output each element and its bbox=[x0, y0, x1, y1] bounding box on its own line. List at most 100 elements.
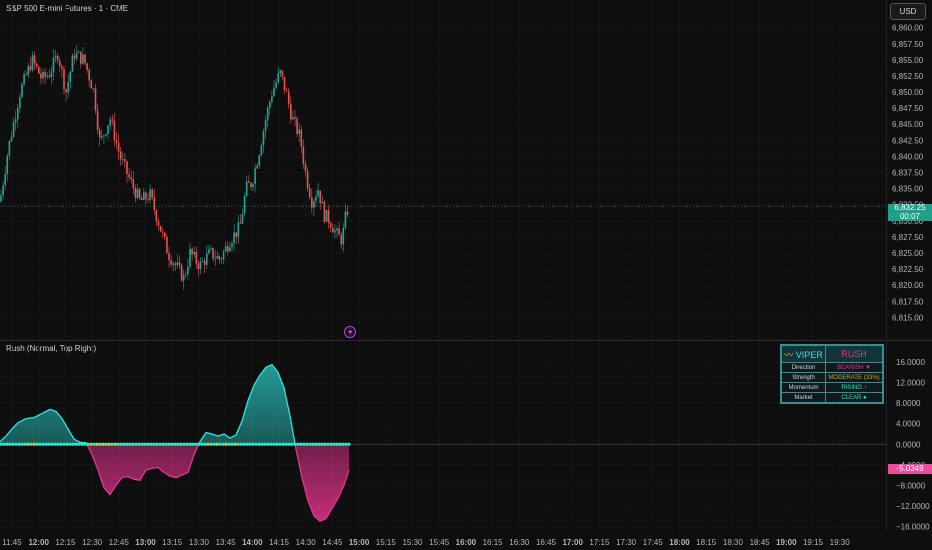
price-tick-label: 6,820.00 bbox=[892, 281, 924, 290]
time-tick-label: 13:30 bbox=[189, 538, 210, 547]
zero-dot bbox=[338, 442, 342, 446]
candle-body bbox=[258, 155, 261, 166]
candle-body bbox=[86, 63, 88, 70]
candle-body bbox=[107, 125, 109, 134]
candle-body bbox=[185, 274, 187, 276]
candle-body bbox=[14, 119, 17, 123]
osc-tick-label: 12.0000 bbox=[896, 379, 925, 388]
zero-dot bbox=[215, 442, 219, 446]
zero-dot bbox=[158, 442, 162, 446]
zero-dot bbox=[104, 442, 108, 446]
candle-body bbox=[248, 181, 250, 184]
panel-label-strength: Strength bbox=[780, 372, 827, 383]
candle-body bbox=[46, 75, 48, 77]
panel-label-momentum: Momentum bbox=[780, 382, 827, 393]
candle-body bbox=[319, 190, 321, 204]
zero-dot bbox=[134, 442, 138, 446]
candle-body bbox=[285, 90, 288, 92]
zero-dot bbox=[206, 442, 210, 446]
candle-body bbox=[84, 54, 86, 64]
panel-value-strength: MODERATE (33%) bbox=[825, 372, 883, 383]
zero-dot bbox=[65, 442, 69, 446]
zero-dot bbox=[329, 442, 333, 446]
zero-dot bbox=[26, 442, 30, 446]
time-tick-label: 16:30 bbox=[509, 538, 530, 547]
candle-body bbox=[71, 55, 74, 72]
candle-body bbox=[149, 189, 151, 201]
panel-label-direction: Direction bbox=[780, 362, 827, 373]
candle-body bbox=[42, 71, 44, 79]
candle-body bbox=[229, 247, 231, 252]
candle-body bbox=[224, 246, 227, 252]
zero-dot bbox=[320, 442, 324, 446]
candle-body bbox=[147, 199, 149, 201]
candle-body bbox=[168, 253, 170, 260]
candle-body bbox=[103, 135, 105, 137]
candle-body bbox=[287, 91, 290, 104]
zero-dot bbox=[308, 442, 312, 446]
candle-body bbox=[105, 133, 107, 136]
oscillator-axis: 16.000012.00008.00004.00000.0000−4.0000−… bbox=[896, 358, 930, 531]
candle-body bbox=[321, 201, 324, 204]
time-tick-label: 13:00 bbox=[135, 538, 156, 547]
candle-body bbox=[264, 120, 267, 132]
osc-tick-label: −12.0000 bbox=[896, 502, 930, 511]
candle-body bbox=[199, 261, 202, 270]
candle-body bbox=[119, 151, 122, 160]
zero-dot bbox=[149, 442, 153, 446]
candle-body bbox=[218, 256, 221, 260]
lightning-icon[interactable] bbox=[344, 326, 356, 338]
candle-body bbox=[17, 108, 19, 120]
price-tick-label: 6,835.00 bbox=[892, 185, 924, 194]
zero-dot bbox=[209, 442, 213, 446]
candle-body bbox=[21, 84, 23, 97]
chart-canvas[interactable]: 6,860.00 6,857.50 6,855.00 6,852.50 6,850.00… bbox=[0, 0, 932, 550]
candle-body bbox=[203, 260, 206, 265]
candle-body bbox=[302, 146, 305, 164]
zero-dot bbox=[173, 442, 177, 446]
zero-dot bbox=[182, 442, 186, 446]
candle-body bbox=[187, 266, 189, 275]
zero-dot bbox=[305, 442, 309, 446]
candle-body bbox=[94, 88, 97, 111]
candle-body bbox=[262, 131, 265, 146]
candle-body bbox=[27, 65, 30, 75]
price-tick-label: 6,840.00 bbox=[892, 152, 924, 161]
zero-dot bbox=[116, 442, 120, 446]
zero-dot bbox=[245, 442, 249, 446]
panel-value-market: CLEAR ● bbox=[825, 392, 883, 403]
candle-body bbox=[174, 263, 177, 265]
price-tick-label: 6,845.00 bbox=[892, 120, 924, 129]
zero-dot bbox=[266, 442, 270, 446]
zero-dot bbox=[218, 442, 222, 446]
time-axis[interactable]: 11:45 12:00 12:15 12:30 12:45 13:00 13:15 13:30… bbox=[2, 538, 850, 547]
zero-dot bbox=[167, 442, 171, 446]
zero-dot bbox=[242, 442, 246, 446]
zero-dot bbox=[95, 442, 99, 446]
candle-body bbox=[273, 87, 275, 96]
zero-dot bbox=[56, 442, 60, 446]
price-tick-label: 6,852.50 bbox=[892, 72, 924, 81]
zero-dot bbox=[131, 442, 135, 446]
zero-dot bbox=[227, 442, 231, 446]
panel-value-momentum: RISING ↑ bbox=[825, 382, 883, 393]
zero-dot bbox=[146, 442, 150, 446]
zero-dot bbox=[293, 442, 297, 446]
zero-dot bbox=[68, 442, 72, 446]
zero-dot bbox=[248, 442, 252, 446]
candle-body bbox=[231, 243, 233, 248]
candle-body bbox=[220, 259, 223, 261]
candle-body bbox=[346, 211, 349, 215]
panel-brand-cell: 〰 VIPER bbox=[780, 345, 827, 363]
time-tick-label: 14:45 bbox=[322, 538, 343, 547]
zero-dot bbox=[38, 442, 42, 446]
candle-body bbox=[48, 75, 51, 78]
candle-body bbox=[4, 173, 6, 186]
time-tick-label: 17:15 bbox=[589, 538, 610, 547]
candle-body bbox=[166, 237, 168, 254]
price-tick-label: 6,837.50 bbox=[892, 169, 924, 178]
price-tick-label: 6,817.50 bbox=[892, 297, 924, 306]
time-tick-label: 14:00 bbox=[242, 538, 263, 547]
zero-dot bbox=[185, 442, 189, 446]
time-tick-label: 18:15 bbox=[696, 538, 717, 547]
